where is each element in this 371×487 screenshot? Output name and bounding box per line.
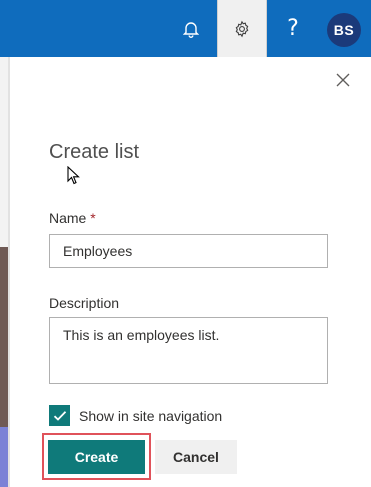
show-in-navigation-label: Show in site navigation xyxy=(79,408,223,424)
name-input-value: Employees xyxy=(63,243,133,259)
suite-bar: ? BS xyxy=(0,0,371,57)
mouse-cursor-icon xyxy=(67,166,80,185)
cancel-button-label: Cancel xyxy=(173,449,219,465)
description-value: This is an employees list. xyxy=(63,327,220,343)
gear-icon xyxy=(235,20,249,37)
checkmark-icon xyxy=(53,410,66,421)
notifications-button[interactable] xyxy=(166,0,216,57)
background-page xyxy=(0,57,8,487)
required-marker: * xyxy=(90,210,96,226)
help-button[interactable]: ? xyxy=(268,0,318,57)
help-icon: ? xyxy=(287,16,299,41)
settings-button[interactable] xyxy=(217,0,267,57)
name-input[interactable]: Employees xyxy=(49,234,328,268)
avatar[interactable]: BS xyxy=(327,13,361,47)
background-block xyxy=(0,427,8,487)
panel-title: Create list xyxy=(49,141,140,163)
description-textarea[interactable]: This is an employees list. xyxy=(49,317,328,384)
bell-icon xyxy=(183,21,199,38)
create-button[interactable]: Create xyxy=(48,440,145,474)
background-block xyxy=(0,247,8,427)
create-list-panel: Create list Name * Employees Description… xyxy=(10,57,371,487)
name-label-text: Name xyxy=(49,210,87,226)
name-label: Name * xyxy=(49,210,96,226)
close-icon xyxy=(336,73,350,87)
avatar-initials: BS xyxy=(333,22,355,38)
close-button[interactable] xyxy=(332,69,354,91)
create-button-label: Create xyxy=(74,449,119,465)
description-label: Description xyxy=(49,295,120,311)
cancel-button[interactable]: Cancel xyxy=(155,440,237,474)
show-in-navigation-checkbox[interactable] xyxy=(49,405,70,426)
